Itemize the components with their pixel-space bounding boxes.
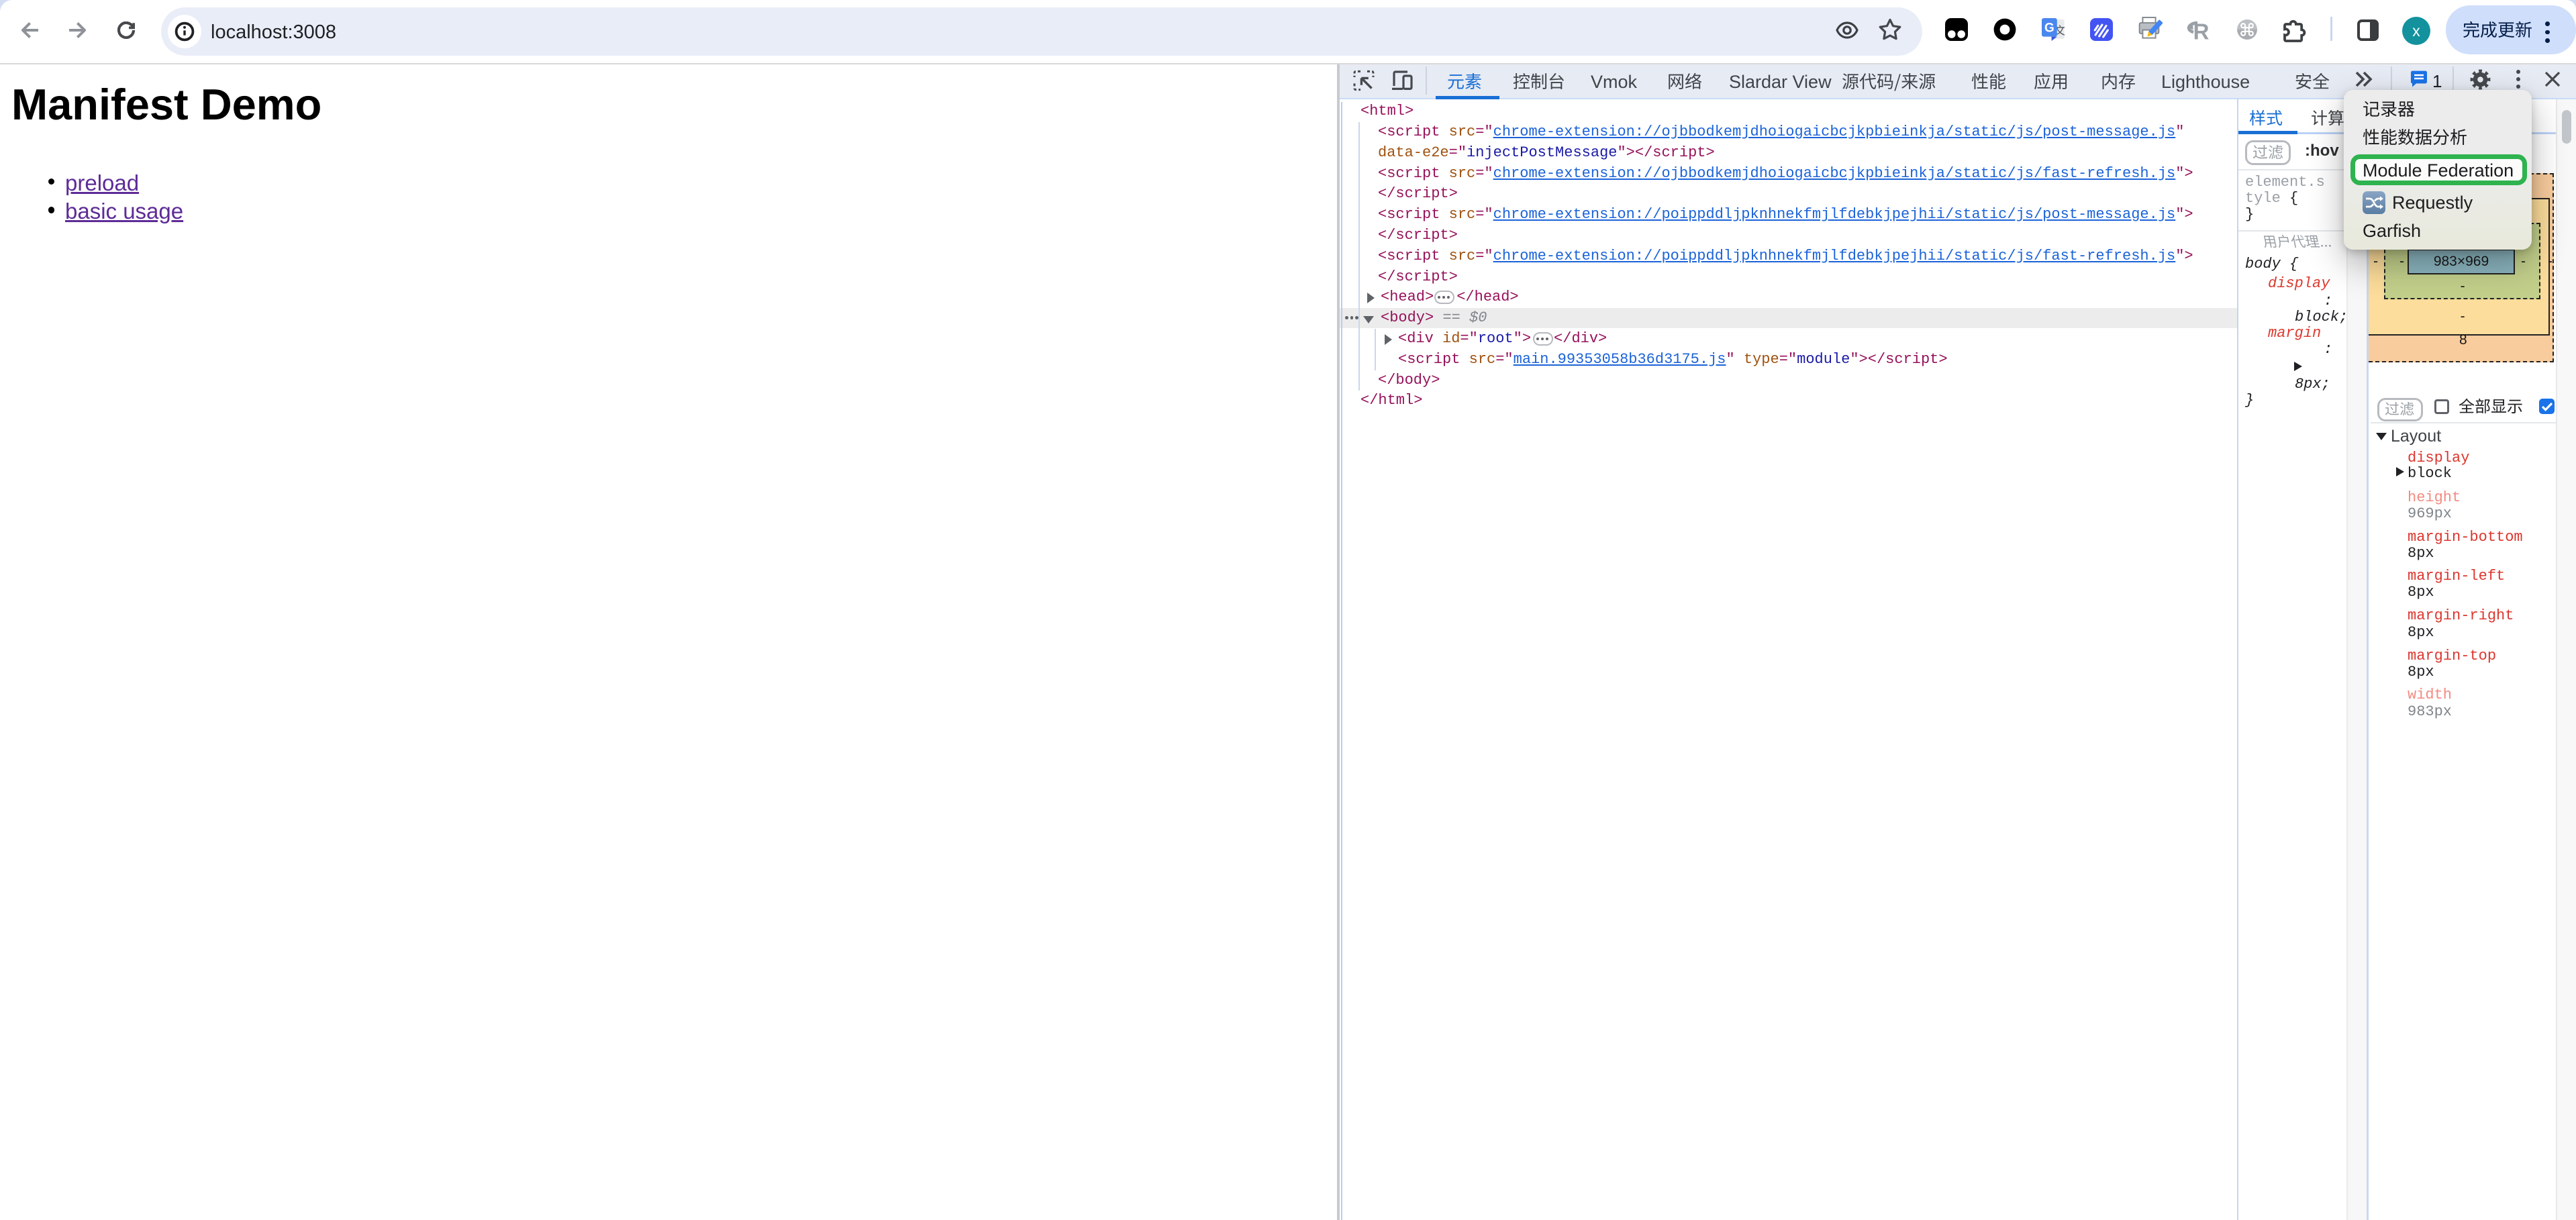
- svg-text:G: G: [2044, 21, 2054, 36]
- svg-text:R: R: [2193, 19, 2210, 42]
